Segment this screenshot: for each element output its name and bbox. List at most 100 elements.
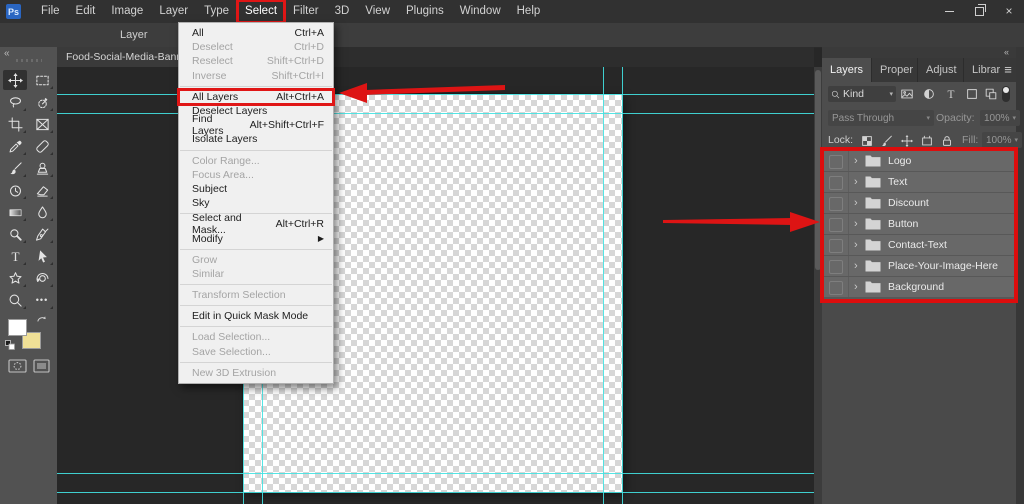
menu-item-select-and-mask[interactable]: Select and Mask...Alt+Ctrl+R [179, 217, 333, 231]
zoom-tool[interactable] [3, 290, 27, 310]
swap-colors-icon[interactable] [36, 315, 47, 326]
lock-pixels-icon[interactable] [880, 134, 894, 148]
visibility-eye-toggle[interactable] [829, 239, 843, 253]
frame-tool[interactable] [30, 114, 54, 134]
filter-type-layers-icon[interactable]: T [944, 87, 958, 101]
menu-3d[interactable]: 3D [327, 0, 358, 23]
expand-group-icon[interactable]: › [854, 172, 858, 192]
tab-adjustments[interactable]: Adjust [918, 58, 964, 82]
marquee-tool[interactable] [30, 70, 54, 90]
edit-toolbar-icon[interactable]: ••• [30, 290, 54, 310]
menu-item-sky[interactable]: Sky [179, 196, 333, 210]
pen-tool[interactable] [30, 224, 54, 244]
lock-artboard-icon[interactable] [920, 134, 934, 148]
menu-item-all-layers[interactable]: All LayersAlt+Ctrl+A [179, 90, 333, 104]
tab-properties[interactable]: Proper [872, 58, 918, 82]
brush-tool[interactable] [3, 158, 27, 178]
menu-type[interactable]: Type [196, 0, 237, 23]
document-tab[interactable]: Food-Social-Media-Bann [57, 47, 193, 67]
visibility-eye-toggle[interactable] [829, 155, 843, 169]
close-button[interactable]: × [994, 0, 1024, 23]
rotate-view-tool[interactable] [30, 268, 54, 288]
lock-transparency-icon[interactable] [860, 134, 874, 148]
dodge-tool[interactable] [3, 224, 27, 244]
visibility-eye-toggle[interactable] [829, 260, 843, 274]
gradient-tool[interactable] [3, 202, 27, 222]
menu-plugins[interactable]: Plugins [398, 0, 452, 23]
menu-image[interactable]: Image [103, 0, 151, 23]
menu-window[interactable]: Window [452, 0, 509, 23]
menu-item-isolate-layers[interactable]: Isolate Layers [179, 132, 333, 146]
visibility-eye-toggle[interactable] [829, 281, 843, 295]
eyedropper-tool[interactable] [3, 136, 27, 156]
layer-row-contact-text[interactable]: › Contact-Text [824, 235, 1014, 256]
lock-position-icon[interactable] [900, 134, 914, 148]
filter-shape-layers-icon[interactable] [965, 87, 979, 101]
layer-row-button[interactable]: › Button [824, 214, 1014, 235]
menu-view[interactable]: View [357, 0, 398, 23]
expand-group-icon[interactable]: › [854, 214, 858, 234]
clone-stamp-tool[interactable] [30, 158, 54, 178]
toolbar-grip[interactable] [16, 59, 42, 62]
menu-item-edit-in-quick-mask-mode[interactable]: Edit in Quick Mask Mode [179, 309, 333, 323]
history-brush-tool[interactable] [3, 180, 27, 200]
filter-smart-object-icon[interactable] [984, 87, 998, 101]
menu-layer[interactable]: Layer [151, 0, 196, 23]
tab-libraries[interactable]: Librari [964, 58, 1000, 82]
menu-select[interactable]: Select [237, 0, 285, 23]
type-tool[interactable]: T [3, 246, 27, 266]
filter-adjustment-layers-icon[interactable] [922, 87, 936, 101]
move-tool[interactable] [3, 70, 27, 90]
visibility-eye-toggle[interactable] [829, 176, 843, 190]
tab-layers[interactable]: Layers [822, 58, 872, 82]
object-selection-tool[interactable] [30, 92, 54, 112]
healing-brush-tool[interactable] [30, 136, 54, 156]
panel-menu-icon[interactable]: ≡ [1000, 58, 1016, 82]
collapse-panels-icon[interactable]: « [1004, 47, 1009, 58]
screen-mode-button[interactable] [33, 359, 50, 373]
restore-button[interactable] [964, 0, 994, 23]
visibility-eye-toggle[interactable] [829, 218, 843, 232]
auto-select-target-dropdown[interactable]: Layer [120, 23, 148, 47]
canvas-scrollbar-thumb[interactable] [815, 70, 821, 270]
visibility-eye-toggle[interactable] [829, 197, 843, 211]
lock-all-icon[interactable] [940, 134, 954, 148]
collapse-panel-icon[interactable]: « [4, 48, 10, 59]
menu-file[interactable]: File [33, 0, 68, 23]
select-menu-dropdown: AllCtrl+A DeselectCtrl+D ReselectShift+C… [178, 22, 334, 384]
layer-row-text[interactable]: › Text [824, 172, 1014, 193]
layer-row-logo[interactable]: › Logo [824, 151, 1014, 172]
blend-mode-dropdown[interactable]: Pass Through▾ [828, 110, 934, 126]
menu-filter[interactable]: Filter [285, 0, 327, 23]
crop-tool[interactable] [3, 114, 27, 134]
minimize-button[interactable] [934, 0, 964, 23]
menu-edit[interactable]: Edit [68, 0, 104, 23]
foreground-color-swatch[interactable] [8, 319, 27, 336]
expand-group-icon[interactable]: › [854, 235, 858, 255]
lasso-tool[interactable] [3, 92, 27, 112]
menu-help[interactable]: Help [509, 0, 549, 23]
path-selection-tool[interactable] [30, 246, 54, 266]
quick-mask-mode-button[interactable] [8, 359, 27, 373]
expand-group-icon[interactable]: › [854, 256, 858, 276]
fill-value[interactable]: 100%▾ [982, 132, 1022, 148]
custom-shape-tool[interactable] [3, 268, 27, 288]
menu-item-subject[interactable]: Subject [179, 182, 333, 196]
default-colors-icon[interactable] [5, 340, 15, 350]
layer-row-place-your-image-here[interactable]: › Place-Your-Image-Here [824, 256, 1014, 277]
expand-group-icon[interactable]: › [854, 193, 858, 213]
blur-tool[interactable] [30, 202, 54, 222]
filter-toggle-switch[interactable] [1002, 86, 1010, 102]
menu-item-find-layers[interactable]: Find LayersAlt+Shift+Ctrl+F [179, 118, 333, 132]
filter-kind-dropdown[interactable]: Kind ▾ [828, 86, 896, 102]
opacity-value[interactable]: 100%▾ [980, 110, 1020, 126]
layer-row-background[interactable]: › Background [824, 277, 1014, 298]
menu-item-deselect: DeselectCtrl+D [179, 40, 333, 54]
layer-row-discount[interactable]: › Discount [824, 193, 1014, 214]
filter-pixel-layers-icon[interactable] [900, 87, 914, 101]
menu-item-all[interactable]: AllCtrl+A [179, 26, 333, 40]
eraser-tool[interactable] [30, 180, 54, 200]
menu-item-similar: Similar [179, 267, 333, 281]
expand-group-icon[interactable]: › [854, 277, 858, 297]
expand-group-icon[interactable]: › [854, 151, 858, 171]
